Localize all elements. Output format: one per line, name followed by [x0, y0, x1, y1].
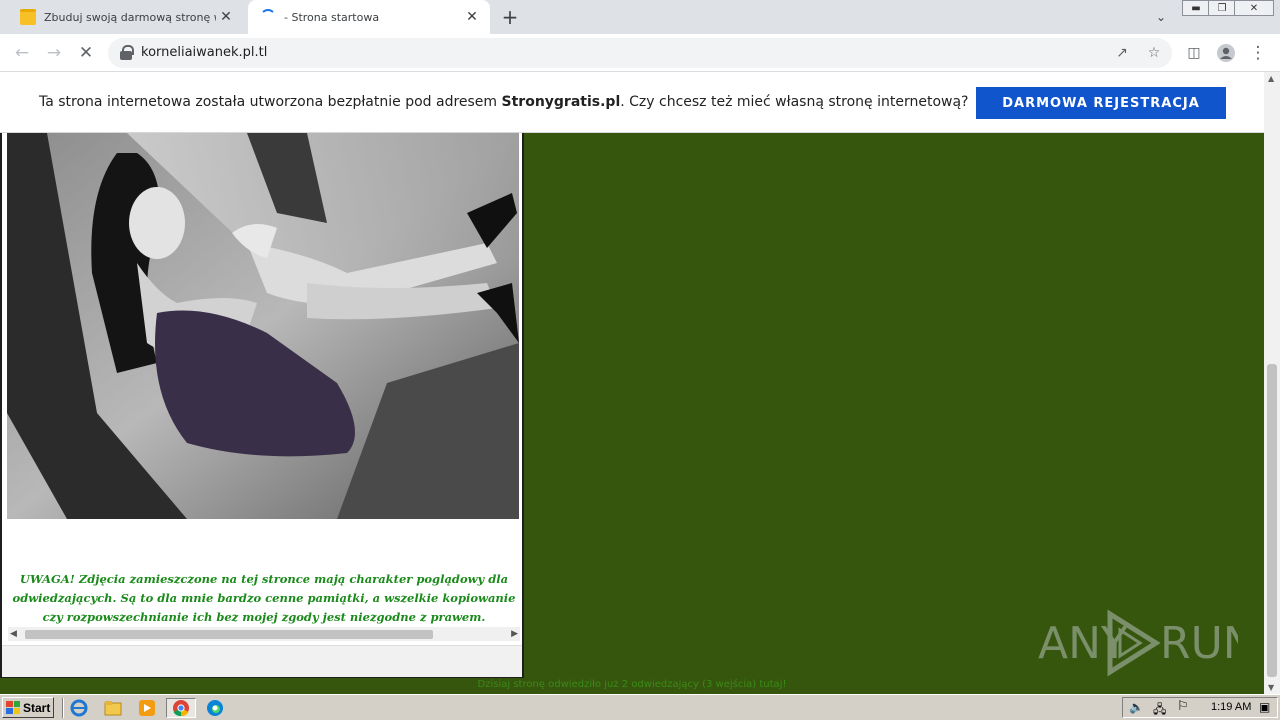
register-button[interactable]: DARMOWA REJESTRACJA: [976, 87, 1226, 119]
tab-strip: Zbuduj swoją darmową stronę www ✕ - Stro…: [0, 0, 1280, 34]
internet-explorer-icon[interactable]: [68, 698, 90, 718]
chrome-icon[interactable]: [166, 698, 196, 718]
new-tab-button[interactable]: +: [498, 5, 522, 29]
volume-icon[interactable]: 🔈: [1129, 700, 1144, 714]
scroll-down-icon[interactable]: ▼: [1268, 683, 1274, 692]
tab-strona-startowa[interactable]: - Strona startowa ✕: [248, 0, 490, 34]
network-icon[interactable]: 🖧: [1153, 700, 1166, 720]
taskbar-separator: [62, 698, 64, 718]
visit-counter: Dzisiaj stronę odwiedziło już 2 odwiedza…: [477, 679, 787, 690]
profile-avatar-icon[interactable]: [1212, 39, 1240, 67]
url-text[interactable]: korneliaiwanek.pl.tl: [141, 45, 267, 60]
content-panel: UWAGA! Zdjęcia zamieszczone na tej stron…: [0, 133, 524, 678]
address-bar[interactable]: korneliaiwanek.pl.tl ↗ ☆: [108, 38, 1172, 68]
scroll-thumb[interactable]: [25, 630, 433, 639]
tab-stronygratis[interactable]: Zbuduj swoją darmową stronę www ✕: [8, 0, 244, 34]
file-explorer-icon[interactable]: [102, 698, 124, 718]
show-desktop-icon[interactable]: ▣: [1259, 700, 1270, 714]
promo-text: Ta strona internetowa została utworzona …: [39, 94, 969, 110]
copyright-notice: UWAGA! Zdjęcia zamieszczone na tej stron…: [12, 572, 516, 624]
lock-icon[interactable]: [120, 45, 134, 61]
stop-loading-icon[interactable]: ✕: [72, 39, 100, 67]
system-tray: 🔈 🖧 ⚐ 1:19 AM ▣: [1122, 697, 1278, 718]
scroll-thumb[interactable]: [1267, 364, 1277, 677]
forward-arrow-icon[interactable]: →: [40, 39, 68, 67]
loading-spinner-icon: [260, 9, 276, 25]
anyrun-watermark: ANY RUN: [1038, 608, 1256, 678]
portrait-photo: [7, 133, 519, 519]
taskbar: Start 🔈 🖧 ⚐ 1:19 AM ▣: [0, 694, 1280, 720]
browser-toolbar: ← → ✕ korneliaiwanek.pl.tl ↗ ☆ ◫ ⋮: [0, 34, 1280, 72]
promo-brand[interactable]: Stronygratis.pl: [502, 94, 621, 110]
page-viewport: Ta strona internetowa została utworzona …: [0, 72, 1264, 694]
tab-search-chevron-icon[interactable]: ⌄: [1150, 6, 1172, 28]
edge-icon[interactable]: [204, 698, 226, 718]
horizontal-scrollbar[interactable]: ◀ ▶: [8, 627, 520, 641]
share-icon[interactable]: ↗: [1112, 43, 1132, 63]
windows-logo-icon: [6, 701, 20, 714]
watermark-right: RUN: [1160, 618, 1238, 669]
media-player-icon[interactable]: [136, 698, 158, 718]
bookmark-star-icon[interactable]: ☆: [1144, 43, 1164, 63]
scroll-up-icon[interactable]: ▲: [1268, 74, 1274, 83]
folder-icon: [20, 9, 36, 25]
promo-banner: Ta strona internetowa została utworzona …: [0, 72, 1264, 133]
clock[interactable]: 1:19 AM: [1211, 701, 1251, 713]
menu-kebab-icon[interactable]: ⋮: [1244, 39, 1272, 67]
start-label: Start: [23, 700, 51, 715]
start-button[interactable]: Start: [2, 697, 54, 718]
action-center-flag-icon[interactable]: ⚐: [1177, 699, 1189, 714]
vertical-scrollbar[interactable]: ▲ ▼: [1264, 72, 1280, 694]
close-tab-icon[interactable]: ✕: [216, 7, 236, 27]
watermark-left: ANY: [1038, 618, 1128, 669]
restore-button[interactable]: ❐: [1208, 0, 1236, 16]
back-arrow-icon[interactable]: ←: [8, 39, 36, 67]
minimize-button[interactable]: ▬: [1182, 0, 1210, 16]
panel-footer: [2, 645, 522, 677]
close-tab-icon[interactable]: ✕: [462, 7, 482, 27]
scroll-right-icon[interactable]: ▶: [511, 629, 518, 639]
close-window-button[interactable]: ✕: [1234, 0, 1274, 16]
tab-title: Zbuduj swoją darmową stronę www: [44, 10, 216, 24]
tab-title: - Strona startowa: [284, 10, 380, 24]
side-panel-icon[interactable]: ◫: [1180, 39, 1208, 67]
scroll-left-icon[interactable]: ◀: [10, 629, 17, 639]
